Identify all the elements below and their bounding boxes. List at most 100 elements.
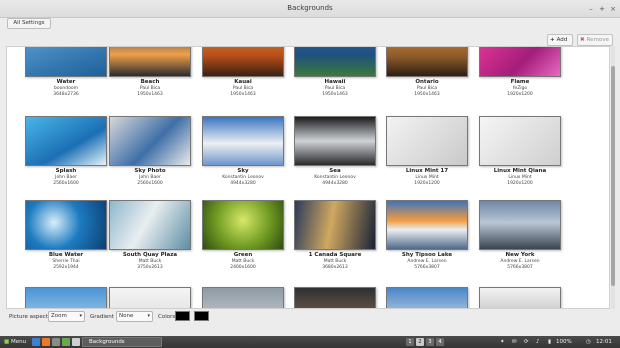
wallpaper-thumbnail[interactable] (25, 287, 107, 308)
remove-button[interactable]: ✖ Remove (577, 34, 613, 46)
wallpaper-thumbnail[interactable] (294, 200, 376, 250)
wallpaper-size: 1920x1200 (507, 92, 533, 97)
wallpaper-tile[interactable]: Shy Tipsoo Lake Andrew E. Larsen 5766x3807 (386, 200, 468, 274)
wallpaper-size: 1950x1463 (414, 92, 440, 97)
files-icon[interactable] (62, 338, 70, 346)
scrollbar-thumb[interactable] (611, 66, 615, 286)
show-desktop-icon[interactable] (32, 338, 40, 346)
wallpaper-thumbnail[interactable] (294, 116, 376, 166)
minimize-button[interactable]: – (587, 5, 595, 13)
wallpaper-tile[interactable]: 1 Canada Square Matt Buck 3680x2613 (294, 200, 376, 274)
wallpaper-thumbnail[interactable] (202, 47, 284, 77)
wallpaper-thumbnail[interactable] (479, 47, 561, 77)
workspace-3[interactable]: 3 (426, 338, 434, 346)
wallpaper-tile[interactable] (202, 287, 284, 308)
picture-aspect-select[interactable]: Zoom ▾ (48, 311, 85, 322)
wallpaper-size: 1950x1463 (137, 92, 163, 97)
colors-label: Colors (158, 314, 176, 320)
wallpaper-title: Beach (140, 79, 160, 85)
grid-scrollbar[interactable] (611, 46, 615, 309)
picture-aspect-value: Zoom (51, 313, 67, 319)
wallpaper-author: Linux Mint (415, 175, 439, 180)
firefox-icon[interactable] (42, 338, 50, 346)
wallpaper-size: 3680x2613 (322, 265, 348, 270)
battery-percent: 100% (556, 339, 572, 345)
wallpaper-thumbnail[interactable] (386, 200, 468, 250)
wallpaper-tile[interactable]: New York Andrew E. Larsen 5766x3807 (479, 200, 561, 274)
chevron-down-icon: ▾ (147, 313, 150, 319)
wallpaper-thumbnail[interactable] (386, 116, 468, 166)
backgrounds-window: Backgrounds – + × All Settings + Add ✖ Rem… (0, 0, 620, 336)
wallpaper-tile[interactable]: Ontario Paul Bica 1950x1463 (386, 47, 468, 101)
wallpaper-title: Linux Mint Qiana (493, 168, 547, 174)
wallpaper-tile[interactable]: Sea Konstantin Leonov 4944x3280 (294, 116, 376, 190)
add-button[interactable]: + Add (547, 34, 573, 46)
wallpaper-thumbnail[interactable] (25, 47, 107, 77)
wallpaper-tile[interactable] (386, 287, 468, 308)
maximize-button[interactable]: + (598, 5, 606, 13)
network-icon[interactable]: ✦ (500, 338, 505, 346)
wallpaper-tile[interactable]: Sky Photo John Baer 2560x1600 (109, 116, 191, 190)
wallpaper-thumbnail[interactable] (25, 200, 107, 250)
terminal-icon[interactable] (52, 338, 60, 346)
wallpaper-thumbnail[interactable] (386, 287, 468, 308)
wallpaper-tile[interactable] (294, 287, 376, 308)
wallpaper-thumbnail[interactable] (386, 47, 468, 77)
workspace-2[interactable]: 2 (416, 338, 424, 346)
wallpaper-tile[interactable] (479, 287, 561, 308)
title-bar[interactable]: Backgrounds – + × (0, 0, 620, 18)
chat-icon[interactable]: ✉ (512, 338, 517, 346)
menu-label: Menu (10, 339, 27, 345)
wallpaper-tile[interactable] (109, 287, 191, 308)
menu-button[interactable]: ■ Menu (4, 338, 26, 347)
wallpaper-thumbnail[interactable] (109, 200, 191, 250)
update-icon[interactable]: ⟳ (524, 338, 529, 346)
remove-icon: ✖ (580, 37, 585, 43)
wallpaper-tile[interactable]: Linux Mint 17 Linux Mint 1920x1200 (386, 116, 468, 190)
wallpaper-tile[interactable] (25, 287, 107, 308)
wallpaper-thumbnail[interactable] (479, 287, 561, 308)
wallpaper-tile[interactable]: South Quay Plaza Matt Buck 3750x2613 (109, 200, 191, 274)
wallpaper-thumbnail[interactable] (109, 47, 191, 77)
wallpaper-tile[interactable]: Hawaii Paul Bica 1950x1463 (294, 47, 376, 101)
wallpaper-thumbnail[interactable] (202, 116, 284, 166)
wallpaper-author: Paul Bica (139, 86, 161, 91)
wallpaper-tile[interactable]: Sky Konstantin Leonov 4944x3280 (202, 116, 284, 190)
settings-icon[interactable] (72, 338, 80, 346)
wallpaper-tile[interactable]: Beach Paul Bica 1950x1463 (109, 47, 191, 101)
wallpaper-tile[interactable]: Green Matt Buck 2400x1600 (202, 200, 284, 274)
wallpaper-title: Linux Mint 17 (405, 168, 449, 174)
workspace-4[interactable]: 4 (436, 338, 444, 346)
wallpaper-thumbnail[interactable] (109, 287, 191, 308)
wallpaper-thumbnail[interactable] (294, 287, 376, 308)
wallpaper-size: 2400x1600 (230, 265, 256, 270)
wallpaper-author: Matt Buck (138, 259, 162, 264)
wallpaper-tile[interactable]: Flame feZigo 1920x1200 (479, 47, 561, 101)
wallpaper-tile[interactable]: Water boondoom 3648x2736 (25, 47, 107, 101)
wallpaper-tile[interactable]: Splash John Baer 2560x1600 (25, 116, 107, 190)
wallpaper-thumbnail[interactable] (294, 47, 376, 77)
wallpaper-thumbnail[interactable] (202, 287, 284, 308)
wallpaper-tile[interactable]: Linux Mint Qiana Linux Mint 1920x1200 (479, 116, 561, 190)
gradient-select[interactable]: None ▾ (116, 311, 153, 322)
battery-icon[interactable]: ▮ (548, 338, 551, 346)
volume-icon[interactable]: ♪ (536, 338, 540, 346)
wallpaper-thumbnail[interactable] (25, 116, 107, 166)
wallpaper-thumbnail[interactable] (479, 116, 561, 166)
secondary-color-button[interactable] (194, 311, 209, 321)
close-button[interactable]: × (609, 5, 617, 13)
wallpaper-title: Sky Photo (134, 168, 166, 174)
task-backgrounds[interactable]: Backgrounds (82, 337, 162, 347)
wallpaper-tile[interactable]: Kauai Paul Bica 1950x1463 (202, 47, 284, 101)
wallpaper-thumbnail[interactable] (202, 200, 284, 250)
wallpaper-thumbnail[interactable] (109, 116, 191, 166)
wallpaper-size: 1950x1463 (230, 92, 256, 97)
toolbar: All Settings + Add ✖ Remove (0, 18, 620, 46)
workspace-1[interactable]: 1 (406, 338, 414, 346)
primary-color-button[interactable] (175, 311, 190, 321)
wallpaper-title: Flame (510, 79, 530, 85)
wallpaper-thumbnail[interactable] (479, 200, 561, 250)
clock-time[interactable]: 12:01 (596, 338, 612, 346)
wallpaper-tile[interactable]: Blue Water Sherrie Thai 2592x1944 (25, 200, 107, 274)
all-settings-button[interactable]: All Settings (7, 18, 51, 29)
